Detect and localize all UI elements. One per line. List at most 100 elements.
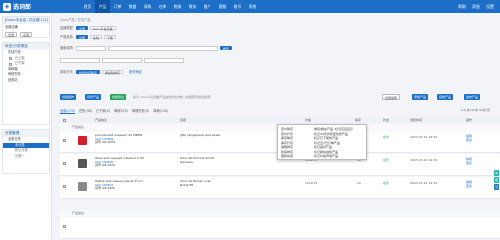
column-header: 价格	[305, 118, 312, 122]
status-badge: 在售	[383, 158, 390, 162]
nav-item-home[interactable]: 首页	[80, 0, 95, 13]
nav-item-promotion[interactable]: 推广	[200, 0, 215, 13]
copy-product-button[interactable]: 复制产品	[437, 94, 454, 100]
nav-item-products[interactable]: 产品	[95, 0, 110, 13]
tab-delisted[interactable]: 已下架(4)	[96, 108, 110, 114]
product-thumbnail[interactable]	[78, 182, 87, 191]
select-all-button[interactable]: 全选	[5, 32, 18, 37]
search-button[interactable]: 搜索	[219, 45, 232, 51]
filter-label: 排序方式:	[60, 70, 74, 74]
nav-item-logistics[interactable]: 物流	[170, 0, 185, 13]
filter-tag-ozon[interactable]: Ozon平台店铺	[89, 25, 116, 31]
pagination[interactable]: 1/4 共170条 50条/页	[461, 108, 490, 112]
tab-review-failed[interactable]: 审核失败(3)	[132, 108, 149, 114]
filter-label: 产品状态:	[60, 35, 74, 39]
column-header: 标题	[180, 118, 187, 122]
popup-option[interactable]: 更新时间	[281, 154, 311, 159]
settings-link[interactable]: 设置	[486, 4, 494, 10]
batch-action-button[interactable]: 批量操作	[60, 94, 77, 100]
filter-row-search: 搜索选项: 搜索	[60, 45, 232, 51]
row-checkbox[interactable]	[63, 225, 66, 228]
service-button[interactable]: 服	[494, 177, 499, 183]
row-checkbox[interactable]	[63, 139, 66, 142]
store-panel-title: [Ozon平台店, 共店铺 1/1]	[3, 17, 49, 24]
column-header: 操作	[466, 118, 473, 122]
product-thumbnail[interactable]	[78, 136, 87, 145]
back-to-top-button[interactable]: 顶	[494, 184, 499, 190]
category-panel: 分类管理 全部分类 未分类 默认分类 分类一	[2, 129, 50, 174]
select-all-checkbox[interactable]	[63, 118, 66, 122]
sidebar: [Ozon平台店, 共店铺 1/1] 全部店铺 全选 反选 状态/分类筛选 在线…	[0, 13, 52, 240]
more-link[interactable]: 更多	[466, 138, 472, 142]
more-link[interactable]: 更多	[466, 184, 472, 188]
status-item-recycle[interactable]: 回收站	[3, 78, 49, 84]
product-code: 货号 OZ-1005	[95, 186, 116, 191]
tab-all[interactable]: 全部(170)	[60, 108, 75, 114]
toolbar-notice: 提示: Ozon平台限制产品在线修改次数, 请合理安排修改频率	[133, 95, 211, 99]
help-link[interactable]: 帮助	[458, 4, 466, 10]
more-link[interactable]: 更多	[466, 161, 472, 165]
table-row[interactable]: Набор для смены ремня 47 кл SKU 154891 货…	[60, 177, 500, 199]
extra-select-3[interactable]	[144, 57, 184, 63]
store-selector[interactable]: 全部店铺	[3, 24, 49, 31]
filter-row-extra	[60, 57, 184, 63]
store-panel: [Ozon平台店, 共店铺 1/1] 全部店铺 全选 反选	[2, 16, 50, 38]
filter-row-sort: 排序方式: 创建时间降序 按编辑排序 更多筛选	[60, 69, 142, 75]
nav-right-tools: 帮助 消息 设置	[458, 4, 494, 10]
product-thumbnail[interactable]	[78, 159, 87, 168]
filter-tag-all[interactable]: 全部	[75, 25, 88, 31]
product-info: Набор для смены ремня 47 кл SKU 154891 货…	[95, 179, 170, 191]
main-content: Ozon产品 / 在线产品 店铺类型: 全部 Ozon平台店铺 产品状态: 全部…	[55, 13, 500, 240]
product-code: 货号 OZ-1003	[95, 140, 116, 145]
tab-reviewing[interactable]: 审核中(5)	[114, 108, 128, 114]
nav-item-service[interactable]: 客服	[215, 0, 230, 13]
nav-item-finance[interactable]: 财务	[185, 0, 200, 13]
app-logo[interactable]: ◈ 选词郎	[3, 2, 31, 11]
customer-service-button[interactable]: 客	[494, 170, 499, 176]
batch-edit-button[interactable]: 批量编辑	[382, 94, 401, 100]
sort-tag-edited[interactable]: 按编辑排序	[101, 69, 123, 75]
nav-item-warehouse[interactable]: 仓库	[155, 0, 170, 13]
status-item-label: 已上架	[15, 55, 25, 60]
tab-draft[interactable]: 草稿(120)	[153, 108, 168, 114]
filter-tag-all-status[interactable]: 全部	[75, 34, 88, 40]
checkbox[interactable]	[9, 62, 12, 66]
search-type-select[interactable]	[75, 45, 106, 51]
nav-item-orders[interactable]: 订单	[110, 0, 125, 13]
nav-item-account[interactable]: 账号	[230, 0, 245, 13]
filter-tag-online[interactable]: 在线	[89, 34, 102, 40]
row-checkbox[interactable]	[63, 185, 66, 188]
toolbar: 批量操作 同步产品 批量导出 提示: Ozon平台限制产品在线修改次数, 请合理…	[60, 94, 500, 101]
extra-select-2[interactable]	[102, 57, 142, 63]
more-filters-link[interactable]: 更多筛选	[129, 69, 142, 75]
extra-select-1[interactable]	[60, 57, 100, 63]
product-title: Ozon 40 Femme Smart магазин	[180, 156, 215, 164]
table-row[interactable]	[60, 217, 500, 239]
tab-on-sale[interactable]: 在售(38)	[79, 108, 92, 114]
table-header: 产品信息 标题 价格 库存 状态 创建时间 操作	[60, 117, 500, 123]
nav-item-purchase[interactable]: 采购	[140, 0, 155, 13]
product-code: 货号 OZ-1004	[95, 163, 116, 168]
sort-mark-popup: 原价降序 原价升序 库存降序 库存升序 销量排序 利润排序 更新时间 重复/相似…	[277, 124, 367, 160]
product-info: Женский черный элемент 5 ПУ SKU 154890 货…	[95, 156, 170, 168]
category-item-one[interactable]: 分类一	[3, 154, 49, 160]
created-time: 2023-07-21 16:34	[410, 158, 438, 162]
nav-item-system[interactable]: 系统	[245, 0, 260, 13]
export-button[interactable]: 批量导出	[110, 94, 127, 100]
product-price: 1219.75	[305, 181, 318, 185]
sync-button[interactable]: 同步产品	[85, 94, 102, 100]
status-badge: 在售	[383, 181, 390, 185]
filter-tag-offline[interactable]: 下架	[103, 34, 116, 40]
sort-tag-created[interactable]: 创建时间降序	[75, 69, 100, 75]
checkbox[interactable]	[9, 57, 12, 60]
popup-mark-option[interactable]: 标记价格异常产品	[314, 154, 366, 159]
nav-item-data[interactable]: 数据	[125, 0, 140, 13]
row-actions: 编辑 更多	[466, 157, 472, 165]
publish-product-button[interactable]: 发布产品	[464, 94, 481, 100]
invert-select-button[interactable]: 反选	[20, 32, 33, 37]
message-link[interactable]: 消息	[472, 4, 480, 10]
row-checkbox[interactable]	[63, 162, 66, 165]
row-actions: 编辑 更多	[466, 134, 472, 142]
add-product-button[interactable]: 添加产品	[412, 94, 429, 100]
search-input[interactable]	[107, 45, 218, 51]
